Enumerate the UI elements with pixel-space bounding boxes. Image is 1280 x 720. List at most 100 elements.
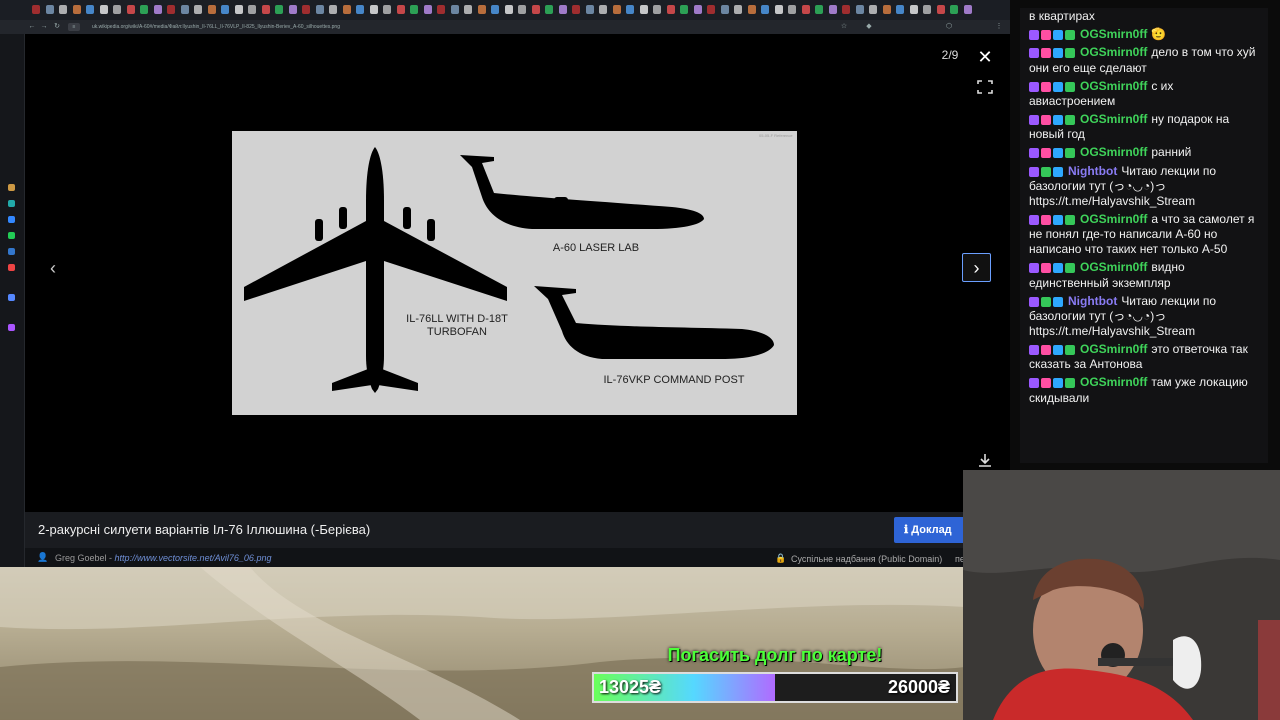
browser-tab[interactable] [99,5,108,14]
extension-icon[interactable]: ◆ [865,23,873,31]
browser-tab[interactable] [531,5,540,14]
sidebar-app-icon[interactable] [8,232,15,239]
browser-tab[interactable] [801,5,810,14]
browser-tab[interactable] [720,5,729,14]
browser-tab[interactable] [221,5,229,14]
browser-tab[interactable] [72,5,81,14]
browser-tab[interactable] [288,5,297,14]
chat-username[interactable]: Nightbot [1068,164,1117,178]
browser-tab[interactable] [545,5,553,14]
browser-tab[interactable] [869,5,877,14]
browser-tab[interactable] [302,5,310,14]
close-button[interactable]: ✕ [975,47,995,67]
browser-tab[interactable] [45,5,54,14]
address-bar[interactable]: uk.wikipedia.org/wiki/А-60#/media/Файл:I… [92,22,827,32]
browser-tab[interactable] [356,5,364,14]
browser-tab[interactable] [842,5,850,14]
browser-tab[interactable] [612,5,621,14]
back-icon[interactable]: ← [28,23,36,31]
browser-tab[interactable] [518,5,526,14]
browser-tab[interactable] [329,5,337,14]
sidebar-app-icon[interactable] [8,184,15,191]
browser-tab[interactable] [450,5,459,14]
browser-tab[interactable] [261,5,270,14]
previous-image-button[interactable]: ‹ [41,256,65,280]
browser-tab[interactable] [113,5,121,14]
chat-username[interactable]: Nightbot [1068,294,1117,308]
browser-tab[interactable] [140,5,148,14]
sidebar-app-icon[interactable] [8,200,15,207]
browser-tab[interactable] [828,5,837,14]
browser-tab[interactable] [774,5,783,14]
browser-tab[interactable] [153,5,162,14]
browser-tab[interactable] [464,5,472,14]
browser-tab[interactable] [234,5,243,14]
chat-username[interactable]: OGSmirn0ff [1080,342,1147,356]
chat-username[interactable]: OGSmirn0ff [1080,27,1147,41]
bookmark-icon[interactable]: ☆ [840,23,848,31]
browser-tab[interactable] [896,5,904,14]
author-link[interactable]: http://www.vectorsite.net/Avil76_06.png [115,553,272,563]
browser-tab[interactable] [275,5,283,14]
browser-tab[interactable] [248,5,256,14]
browser-tab[interactable] [369,5,378,14]
browser-tab[interactable] [815,5,823,14]
forward-icon[interactable]: → [40,23,48,31]
browser-tab[interactable] [86,5,94,14]
browser-tab[interactable] [950,5,958,14]
browser-tab[interactable] [936,5,945,14]
browser-tab[interactable] [680,5,688,14]
sidebar-app-icon[interactable] [8,294,15,301]
chat-username[interactable]: OGSmirn0ff [1080,112,1147,126]
browser-tab[interactable] [410,5,418,14]
chat-username[interactable]: OGSmirn0ff [1080,145,1147,159]
browser-tab[interactable] [491,5,499,14]
browser-tab[interactable] [734,5,742,14]
browser-tab[interactable] [59,5,67,14]
sidebar-app-icon[interactable] [8,216,15,223]
extensions-icon[interactable]: ⬡ [945,23,953,31]
chat-username[interactable]: OGSmirn0ff [1080,79,1147,93]
browser-tab[interactable] [855,5,864,14]
chat-username[interactable]: OGSmirn0ff [1080,260,1147,274]
browser-tab[interactable] [747,5,756,14]
browser-tab[interactable] [167,5,175,14]
browser-tab[interactable] [909,5,918,14]
browser-tab[interactable] [558,5,567,14]
browser-tab[interactable] [315,5,324,14]
browser-tab[interactable] [383,5,391,14]
license-link[interactable]: Суспільне надбання (Public Domain) [791,554,942,564]
details-button[interactable]: ℹ Доклад [894,517,966,543]
browser-tab[interactable] [504,5,513,14]
browser-tab[interactable] [32,5,40,14]
next-image-button[interactable]: › [962,253,991,282]
browser-tab[interactable] [626,5,634,14]
fullscreen-icon[interactable] [976,79,994,95]
browser-tab[interactable] [126,5,135,14]
browser-tab[interactable] [639,5,648,14]
browser-tab-strip[interactable] [0,0,1010,21]
sidebar-app-icon[interactable] [8,264,15,271]
browser-tab[interactable] [882,5,891,14]
browser-tab[interactable] [788,5,796,14]
chat-username[interactable]: OGSmirn0ff [1080,212,1147,226]
browser-tab[interactable] [653,5,661,14]
browser-tab[interactable] [707,5,715,14]
browser-tab[interactable] [437,5,445,14]
browser-tab[interactable] [423,5,432,14]
site-info-icon[interactable]: ≡ [68,23,80,31]
browser-tab[interactable] [761,5,769,14]
sidebar-app-icon[interactable] [8,248,15,255]
reload-icon[interactable]: ↻ [53,23,61,31]
chat-username[interactable]: OGSmirn0ff [1080,375,1147,389]
browser-tab[interactable] [180,5,189,14]
browser-tab[interactable] [693,5,702,14]
browser-tab[interactable] [342,5,351,14]
menu-icon[interactable]: ⋮ [995,23,1003,31]
browser-tab[interactable] [477,5,486,14]
browser-tab[interactable] [207,5,216,14]
sidebar-app-icon[interactable] [8,324,15,331]
browser-tab[interactable] [923,5,931,14]
download-icon[interactable] [977,452,993,468]
browser-tab[interactable] [599,5,607,14]
